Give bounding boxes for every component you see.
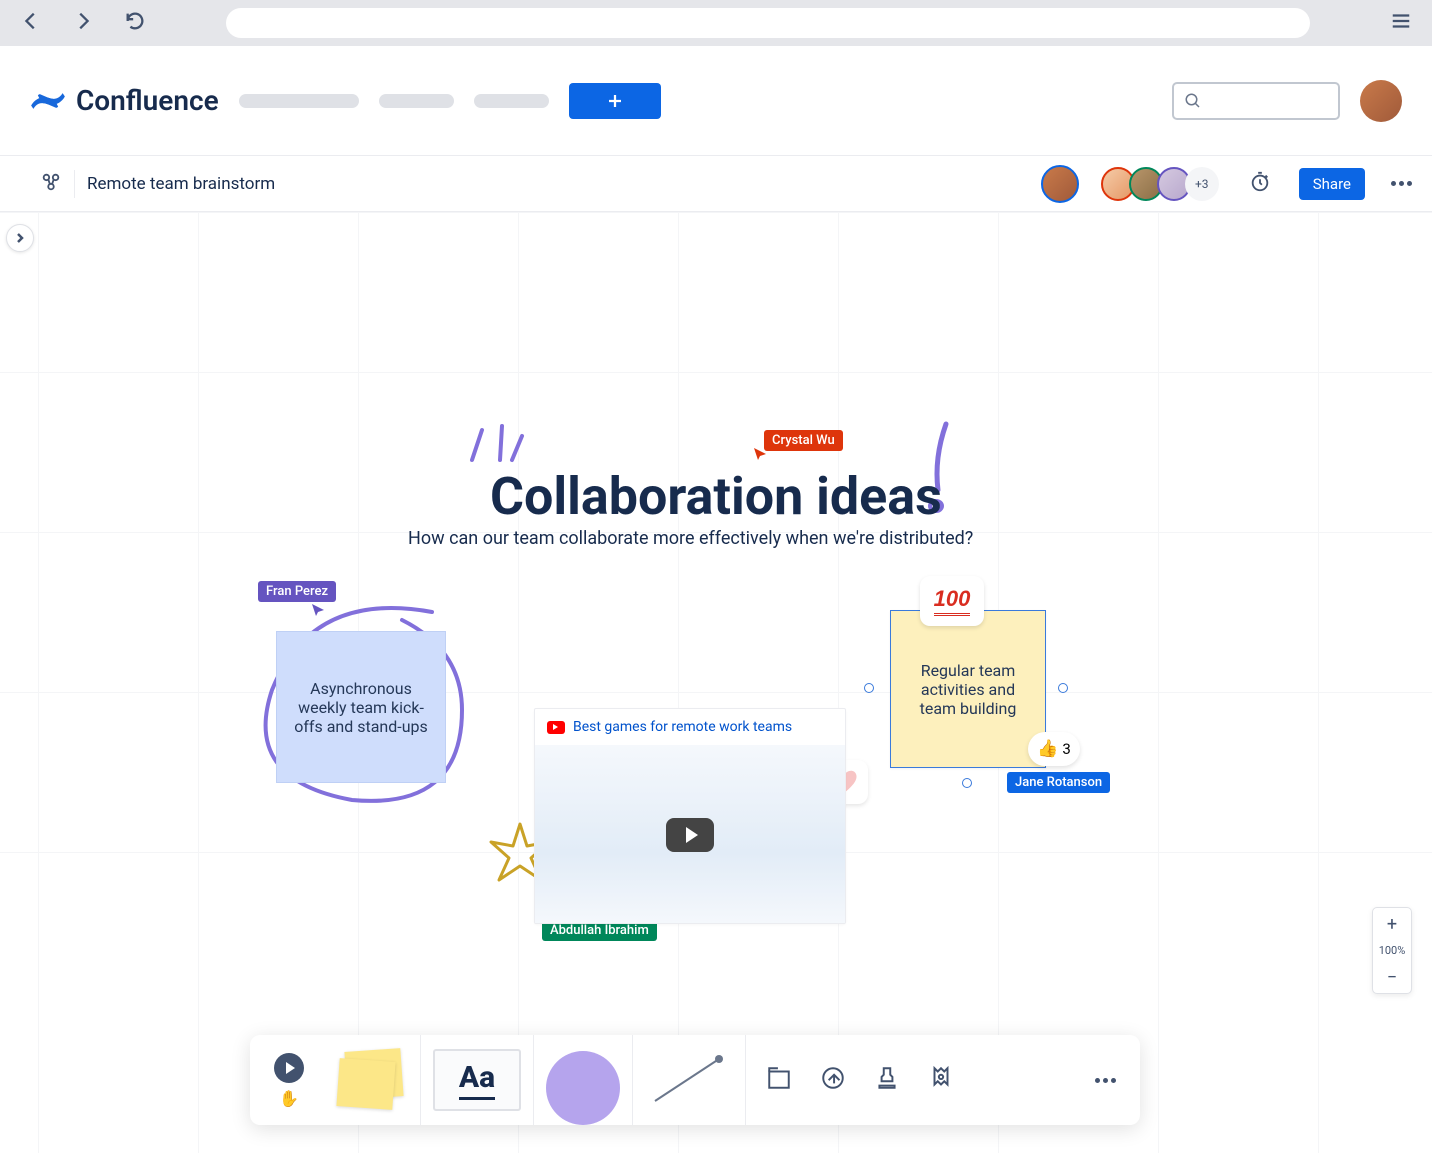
sticky-note-activities[interactable]: Regular team activities and team buildin…	[890, 610, 1046, 768]
hundred-sticker[interactable]: 100	[920, 576, 984, 626]
url-bar[interactable]	[226, 8, 1310, 38]
zoom-in-button[interactable]: +	[1373, 908, 1411, 940]
thumbs-up-icon: 👍	[1037, 739, 1058, 759]
nav-item-placeholder[interactable]	[239, 94, 359, 108]
reload-icon[interactable]	[124, 10, 146, 36]
confluence-mark-icon	[30, 83, 66, 119]
confluence-wordmark: Confluence	[76, 84, 219, 117]
nav-item-placeholder[interactable]	[379, 94, 454, 108]
reaction-pill[interactable]: 👍 3	[1028, 732, 1080, 766]
video-title: Best games for remote work teams	[573, 719, 792, 735]
tool-pointer[interactable]: ✋	[274, 1053, 304, 1108]
cursor-pointer-icon	[752, 446, 768, 462]
user-avatar[interactable]	[1360, 80, 1402, 122]
sidebar-expand-button[interactable]	[6, 224, 34, 252]
video-thumbnail[interactable]	[535, 745, 845, 924]
reaction-count: 3	[1062, 740, 1070, 758]
browser-chrome	[0, 0, 1432, 46]
tool-line[interactable]	[645, 1049, 733, 1111]
presence-overflow[interactable]: +3	[1185, 167, 1219, 201]
tool-section-icon[interactable]	[766, 1065, 792, 1095]
presence-avatar[interactable]	[1041, 165, 1079, 203]
play-icon[interactable]	[666, 818, 714, 852]
tool-sticky-note[interactable]	[328, 1050, 408, 1110]
sticky-text: Asynchronous weekly team kick-offs and s…	[291, 679, 431, 736]
hand-icon[interactable]: ✋	[279, 1089, 299, 1108]
youtube-icon	[547, 721, 565, 734]
back-icon[interactable]	[20, 10, 42, 36]
board-heading[interactable]: Collaboration ideas	[490, 466, 942, 527]
app-nav: Confluence	[0, 46, 1432, 156]
pointer-icon	[274, 1053, 304, 1083]
cursor-label-crystal: Crystal Wu	[764, 430, 843, 451]
tool-stamp-icon[interactable]	[874, 1065, 900, 1095]
sticky-note-async[interactable]: Asynchronous weekly team kick-offs and s…	[276, 631, 446, 783]
toolbar-more-icon[interactable]	[1095, 1078, 1116, 1083]
cursor-pointer-icon	[310, 602, 326, 618]
sticky-text: Regular team activities and team buildin…	[903, 661, 1033, 718]
board-subheading[interactable]: How can our team collaborate more effect…	[408, 528, 973, 549]
zoom-level[interactable]: 100%	[1379, 940, 1406, 961]
tool-smart-icon[interactable]	[820, 1065, 846, 1095]
more-icon[interactable]	[1391, 181, 1412, 186]
share-button[interactable]: Share	[1299, 168, 1365, 200]
tool-text[interactable]: Aa	[433, 1049, 521, 1111]
search-icon	[1184, 92, 1202, 110]
selection-handle[interactable]	[962, 778, 972, 788]
whiteboard-canvas[interactable]: Collaboration ideas How can our team col…	[0, 212, 1432, 1153]
cursor-label-jane: Jane Rotanson	[1007, 772, 1110, 793]
board-header: Remote team brainstorm +3 Share	[0, 156, 1432, 212]
nav-item-placeholder[interactable]	[474, 94, 549, 108]
create-button[interactable]	[569, 83, 661, 119]
board-title[interactable]: Remote team brainstorm	[87, 174, 1029, 194]
timer-icon[interactable]	[1249, 171, 1271, 197]
presence-stack: +3	[1041, 165, 1219, 203]
plus-icon	[606, 92, 624, 110]
whiteboard-toolbar: ✋ Aa	[250, 1035, 1140, 1125]
whiteboard-icon	[40, 171, 62, 197]
zoom-control: + 100% −	[1372, 907, 1412, 994]
forward-icon[interactable]	[72, 10, 94, 36]
cursor-label-fran: Fran Perez	[258, 581, 336, 602]
selection-handle[interactable]	[1058, 683, 1068, 693]
tool-shape[interactable]	[546, 1051, 620, 1125]
hamburger-icon[interactable]	[1390, 10, 1412, 36]
tool-sticker-icon[interactable]	[928, 1065, 954, 1095]
selection-handle[interactable]	[864, 683, 874, 693]
zoom-out-button[interactable]: −	[1373, 961, 1411, 993]
video-embed[interactable]: Best games for remote work teams	[534, 708, 846, 924]
search-input[interactable]	[1172, 82, 1340, 120]
confluence-logo[interactable]: Confluence	[30, 83, 219, 119]
